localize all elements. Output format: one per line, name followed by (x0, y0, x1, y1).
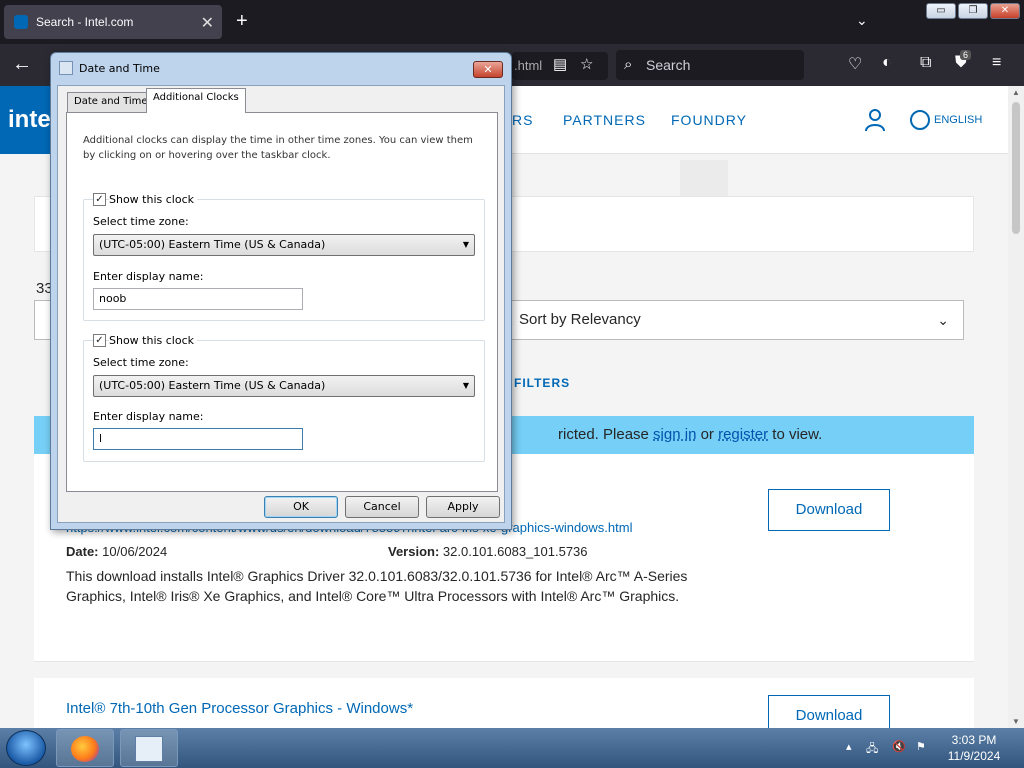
scroll-up-arrow-icon[interactable]: ▲ (1012, 88, 1020, 97)
display-name-2-input[interactable]: l (93, 428, 303, 450)
chevron-down-icon: ⌄ (937, 312, 949, 328)
taskbar-firefox-button[interactable] (56, 729, 114, 767)
clock-calendar-icon (59, 61, 73, 75)
browser-tab-intel-search[interactable]: Search - Intel.com ✕ (4, 5, 222, 39)
sort-dropdown[interactable]: Sort by Relevancy ⌄ (504, 300, 964, 340)
ok-button[interactable]: OK (264, 496, 338, 518)
sort-dropdown-value: Sort by Relevancy (519, 311, 641, 328)
search-icon: ⌕ (624, 56, 633, 73)
tab-date-and-time[interactable]: Date and Time (67, 92, 155, 112)
nav-link-partners[interactable]: PARTNERS (563, 112, 646, 128)
tab-close-icon[interactable]: ✕ (201, 13, 214, 33)
extensions-puzzle-icon[interactable]: ⧉ (920, 54, 931, 72)
notice-prefix: ricted. Please (558, 426, 654, 443)
page-scrollbar[interactable]: ▲ ▼ (1008, 86, 1024, 728)
result-version: Version: 32.0.101.6083_101.5736 (388, 544, 588, 559)
display-name-2-label: Enter display name: (93, 410, 204, 423)
user-account-icon[interactable] (864, 108, 886, 132)
taskbar-date-time-button[interactable] (120, 729, 178, 767)
download-button[interactable]: Download (768, 489, 890, 531)
globe-icon[interactable] (910, 110, 930, 130)
time-zone-2-select[interactable]: (UTC-05:00) Eastern Time (US & Canada) ▼ (93, 375, 475, 397)
scroll-down-arrow-icon[interactable]: ▼ (1012, 717, 1020, 726)
cancel-button[interactable]: Cancel (345, 496, 419, 518)
calendar-clock-icon (135, 736, 163, 762)
taskbar-clock-date[interactable]: 11/9/2024 (944, 749, 1004, 763)
dialog-body: Date and Time Additional Clocks Addition… (57, 85, 505, 523)
result-title-link[interactable]: Intel® 7th-10th Gen Processor Graphics -… (66, 700, 413, 717)
tab-additional-clocks[interactable]: Additional Clocks (146, 88, 246, 113)
date-and-time-dialog: Date and Time ✕ Date and Time Additional… (50, 52, 512, 530)
browser-tab-bar: Search - Intel.com ✕ + ⌄ ▭ ❐ ✕ (0, 0, 1024, 44)
notice-middle: or (696, 426, 719, 443)
scrollbar-thumb[interactable] (1012, 102, 1020, 234)
show-clock-2-checkbox[interactable]: ✓ (93, 334, 106, 347)
version-label: Version: (388, 544, 440, 559)
register-link[interactable]: register (718, 426, 768, 443)
show-clock-2-label[interactable]: Show this clock (109, 334, 197, 347)
sign-in-link[interactable]: sign in (653, 426, 696, 443)
address-bar-text: .html (514, 58, 543, 73)
account-sync-icon[interactable]: ◐ (882, 54, 892, 72)
reader-view-icon[interactable]: ▤ (553, 55, 567, 73)
hamburger-menu-icon[interactable]: ≡ (992, 54, 1001, 72)
back-arrow-icon[interactable]: ← (12, 53, 32, 76)
bookmark-star-icon[interactable]: ☆ (580, 55, 593, 73)
dropdown-arrow-icon: ▼ (462, 240, 469, 249)
dropdown-arrow-icon: ▼ (462, 381, 469, 390)
additional-clocks-intro: Additional clocks can display the time i… (83, 135, 473, 161)
display-name-1-input[interactable]: noob (93, 288, 303, 310)
dialog-title: Date and Time (79, 62, 160, 75)
windows-taskbar: ▴ 🖧 🔇 ⚑ 3:03 PM 11/9/2024 (0, 728, 1024, 768)
display-name-1-label: Enter display name: (93, 270, 204, 283)
time-zone-1-value: (UTC-05:00) Eastern Time (US & Canada) (99, 238, 326, 251)
date-label: Date: (66, 544, 99, 559)
intel-logo[interactable]: intel (0, 86, 56, 154)
list-all-tabs-chevron-icon[interactable]: ⌄ (856, 12, 868, 29)
version-value: 32.0.101.6083_101.5736 (442, 544, 588, 559)
time-zone-2-value: (UTC-05:00) Eastern Time (US & Canada) (99, 379, 326, 392)
minimize-window-icon[interactable]: ▭ (926, 3, 956, 19)
action-center-flag-icon[interactable]: ⚑ (916, 740, 926, 753)
filters-link[interactable]: FILTERS (514, 376, 570, 390)
apply-button[interactable]: Apply (426, 496, 500, 518)
search-result-card: Intel® 7th-10th Gen Processor Graphics -… (34, 678, 974, 728)
show-clock-1-checkbox[interactable]: ✓ (93, 193, 106, 206)
start-button-windows-icon[interactable] (6, 730, 46, 766)
taskbar-clock-time[interactable]: 3:03 PM (944, 733, 1004, 747)
result-date: Date: 10/06/2024 (66, 544, 167, 559)
show-hidden-icons-arrow-icon[interactable]: ▴ (846, 740, 852, 753)
new-tab-button[interactable]: + (236, 10, 248, 33)
extension-badge: 6 (960, 50, 972, 60)
tab-title: Search - Intel.com (36, 15, 134, 29)
pocket-icon[interactable]: ♡ (848, 54, 862, 74)
result-description: This download installs Intel® Graphics D… (66, 568, 688, 604)
nav-link-partial[interactable]: RS (512, 112, 533, 128)
network-icon[interactable]: 🖧 (866, 740, 878, 759)
show-clock-1-label[interactable]: Show this clock (109, 193, 197, 206)
date-value: 10/06/2024 (102, 544, 168, 559)
firefox-icon (71, 736, 99, 762)
restore-window-icon[interactable]: ❐ (958, 3, 988, 19)
time-zone-1-label: Select time zone: (93, 215, 189, 228)
intel-favicon-icon (14, 15, 28, 29)
search-placeholder: Search (646, 57, 691, 73)
volume-muted-icon[interactable]: 🔇 (892, 740, 906, 753)
download-button[interactable]: Download (768, 695, 890, 728)
language-selector[interactable]: ENGLISH (934, 114, 982, 126)
browser-search-box[interactable]: ⌕ Search (616, 50, 804, 80)
notice-suffix: to view. (768, 426, 823, 443)
nav-link-foundry[interactable]: FOUNDRY (671, 112, 747, 128)
time-zone-1-select[interactable]: (UTC-05:00) Eastern Time (US & Canada) ▼ (93, 234, 475, 256)
placeholder-block (680, 160, 728, 196)
dialog-close-button[interactable]: ✕ (473, 61, 503, 78)
additional-clocks-panel: Additional clocks can display the time i… (66, 112, 498, 492)
close-window-icon[interactable]: ✕ (990, 3, 1020, 19)
time-zone-2-label: Select time zone: (93, 356, 189, 369)
